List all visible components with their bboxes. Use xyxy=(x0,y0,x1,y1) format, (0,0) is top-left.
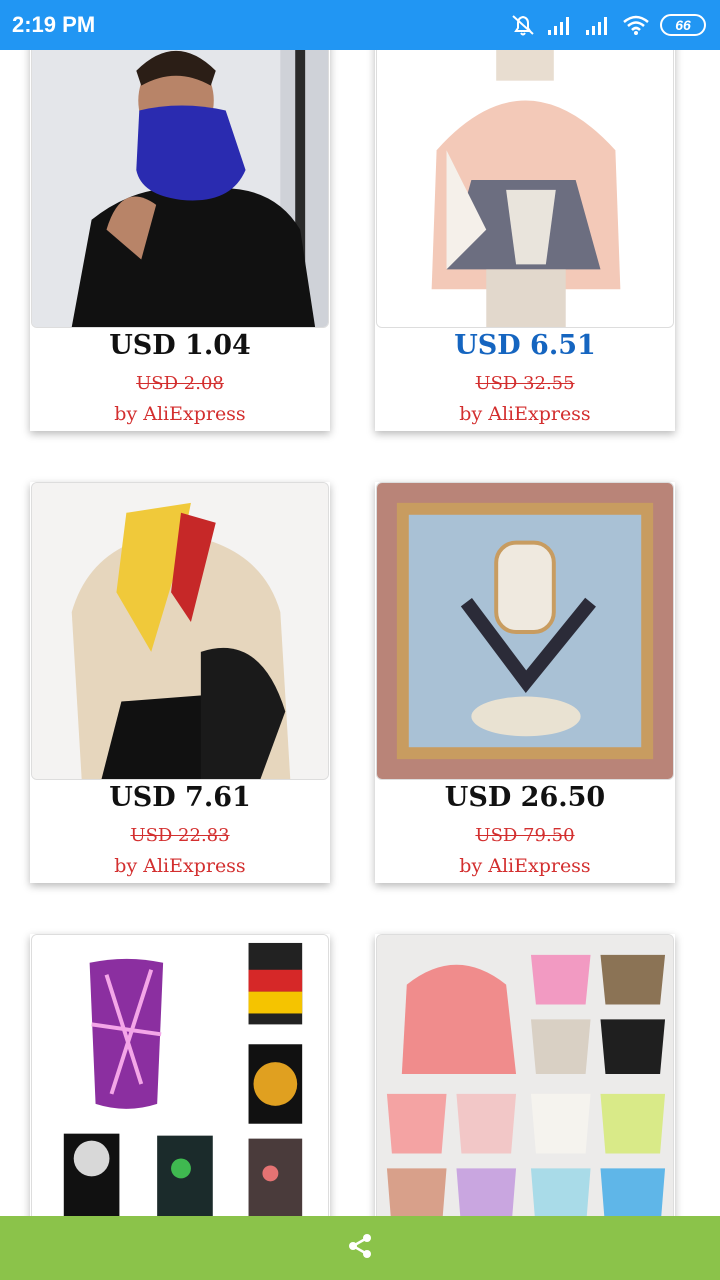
product-price: USD 1.04 xyxy=(109,330,251,361)
signal-icon xyxy=(584,14,612,36)
product-card[interactable] xyxy=(30,934,330,1234)
product-image[interactable] xyxy=(376,482,674,780)
signal-icon xyxy=(546,14,574,36)
product-image[interactable] xyxy=(376,934,674,1232)
product-old-price: USD 32.55 xyxy=(475,373,575,394)
status-time: 2:19 PM xyxy=(12,12,96,37)
product-image[interactable] xyxy=(31,934,329,1232)
battery-icon: 66 xyxy=(660,14,706,36)
product-grid: USD 1.04 USD 2.08 by AliExpress USD 6.51… xyxy=(0,0,720,1280)
product-old-price: USD 79.50 xyxy=(475,825,575,846)
product-price: USD 6.51 xyxy=(454,330,596,361)
product-card[interactable]: USD 1.04 USD 2.08 by AliExpress xyxy=(30,30,330,431)
status-bar: 2:19 PM 66 xyxy=(0,0,720,50)
bottom-bar xyxy=(0,1216,720,1280)
status-icons: 66 xyxy=(510,13,706,37)
product-seller: by AliExpress xyxy=(459,403,591,425)
product-seller: by AliExpress xyxy=(114,855,246,877)
product-seller: by AliExpress xyxy=(459,855,591,877)
product-card[interactable] xyxy=(375,934,675,1234)
product-seller: by AliExpress xyxy=(114,403,246,425)
product-image[interactable] xyxy=(376,30,674,328)
wifi-icon xyxy=(622,14,650,36)
product-price: USD 26.50 xyxy=(444,782,606,813)
share-icon[interactable] xyxy=(346,1232,374,1264)
product-price: USD 7.61 xyxy=(109,782,251,813)
product-old-price: USD 2.08 xyxy=(136,373,224,394)
product-card[interactable]: USD 26.50 USD 79.50 by AliExpress xyxy=(375,482,675,883)
mute-icon xyxy=(510,13,536,37)
product-card[interactable]: USD 7.61 USD 22.83 by AliExpress xyxy=(30,482,330,883)
product-old-price: USD 22.83 xyxy=(130,825,230,846)
product-card[interactable]: USD 6.51 USD 32.55 by AliExpress xyxy=(375,30,675,431)
product-image[interactable] xyxy=(31,482,329,780)
product-image[interactable] xyxy=(31,30,329,328)
